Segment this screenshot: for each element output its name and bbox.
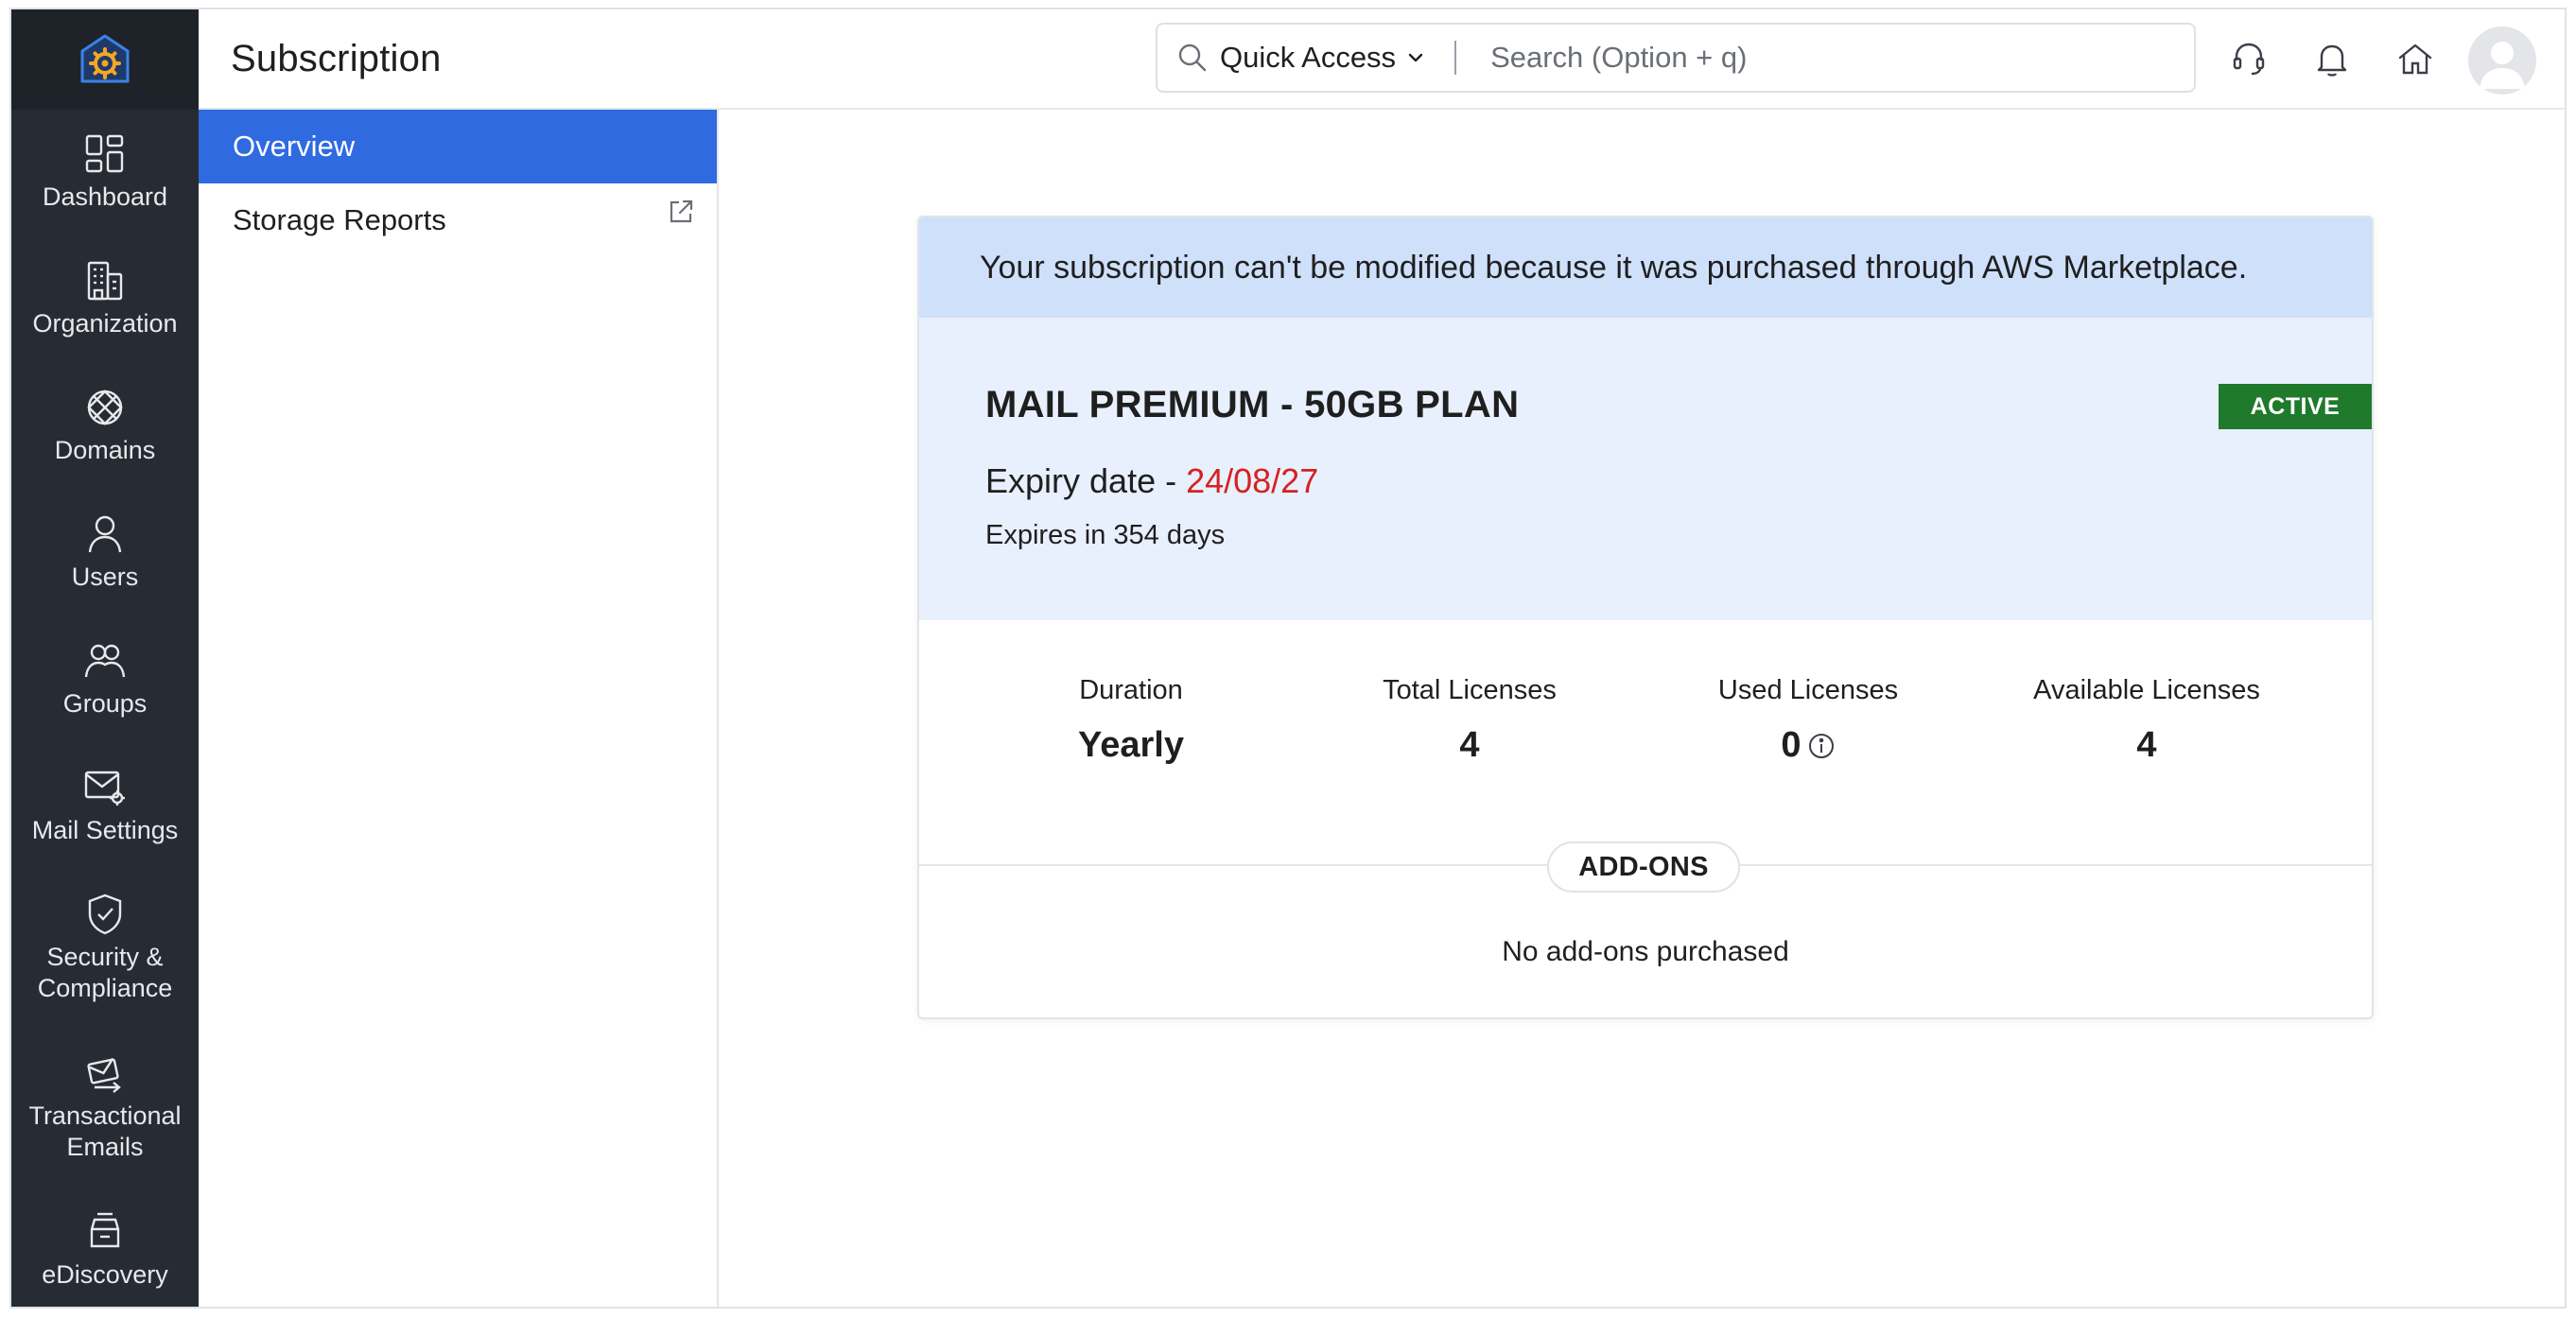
support-headset-icon[interactable]	[2228, 38, 2270, 79]
expiry-label: Expiry date -	[985, 461, 1187, 500]
addons-empty-text: No add-ons purchased	[1502, 936, 1789, 967]
subnav-item-overview[interactable]: Overview	[199, 110, 717, 183]
shield-check-icon	[88, 893, 122, 935]
primary-sidebar: Dashboard Organization Domains Users Gro…	[11, 9, 199, 1307]
domains-icon	[87, 390, 123, 425]
rail-label: eDiscovery	[42, 1260, 168, 1289]
rail-label: Mail Settings	[31, 816, 179, 844]
rail-label: Dashboard	[42, 182, 168, 211]
rail-item-security-compliance[interactable]: Security & Compliance	[11, 870, 199, 1029]
stat-value: 4	[1459, 725, 1480, 765]
rail-label: Groups	[62, 689, 148, 718]
search-icon	[1178, 43, 1207, 72]
stat-used-licenses: Used Licenses 0	[1666, 675, 1950, 766]
rail-label: Transactional	[28, 1101, 182, 1130]
stat-total-licenses: Total Licenses 4	[1328, 675, 1611, 766]
app-logo[interactable]	[11, 9, 199, 110]
groups-icon	[84, 644, 126, 678]
page-title: Subscription	[231, 38, 442, 79]
admin-console-logo-icon	[80, 34, 130, 83]
search-input[interactable]	[1488, 40, 2155, 76]
expires-in-text: Expires in 354 days	[985, 520, 1226, 550]
subscription-card: Your subscription can't be modified beca…	[917, 216, 2374, 1019]
ediscovery-icon	[90, 1212, 120, 1248]
quick-access-label: Quick Access	[1220, 41, 1397, 74]
info-icon[interactable]	[1807, 732, 1836, 760]
stat-value: 0	[1781, 725, 1801, 765]
stat-label: Used Licenses	[1717, 675, 1899, 705]
rail-label: Security &	[46, 943, 164, 971]
stat-label: Duration	[1079, 675, 1183, 705]
status-badge: ACTIVE	[2219, 384, 2372, 429]
stat-label: Total Licenses	[1383, 675, 1557, 705]
stat-value: 4	[2136, 725, 2157, 765]
rail-item-users[interactable]: Users	[11, 490, 199, 616]
search-divider	[1454, 41, 1457, 75]
subnav-item-label: Storage Reports	[233, 203, 446, 236]
expiry-date: 24/08/27	[1186, 461, 1319, 500]
stat-label: Available Licenses	[2033, 675, 2260, 705]
dashboard-icon	[85, 134, 124, 173]
quick-access-dropdown[interactable]: Quick Access	[1220, 41, 1426, 75]
rail-item-organization[interactable]: Organization	[11, 236, 199, 363]
rail-label: Users	[71, 563, 139, 591]
addons-heading: ADD-ONS	[1547, 841, 1740, 893]
subnav-item-label: Overview	[233, 130, 356, 163]
rail-label-line2: Emails	[66, 1133, 144, 1161]
app-window: Dashboard Organization Domains Users Gro…	[9, 8, 2567, 1309]
mail-settings-icon	[84, 771, 125, 806]
notification-bell-icon[interactable]	[2311, 38, 2353, 79]
rail-label-line2: Compliance	[37, 974, 173, 1002]
rail-item-mail-settings[interactable]: Mail Settings	[11, 743, 199, 870]
stat-duration: Duration Yearly	[989, 675, 1273, 766]
external-link-icon[interactable]	[666, 197, 696, 227]
marketplace-notice: Your subscription can't be modified beca…	[919, 217, 2372, 318]
plan-name: MAIL PREMIUM - 50GB PLAN	[985, 384, 1520, 425]
user-icon	[88, 515, 122, 553]
expiry-line: Expiry date - 24/08/27	[985, 461, 1318, 501]
secondary-sidebar: Overview Storage Reports	[199, 110, 719, 1307]
plan-summary: MAIL PREMIUM - 50GB PLAN ACTIVE Expiry d…	[919, 318, 2372, 620]
rail-label: Domains	[54, 436, 156, 464]
search-bar[interactable]: Quick Access	[1156, 23, 2196, 93]
chevron-down-icon	[1408, 53, 1423, 62]
transactional-email-icon	[87, 1057, 121, 1093]
rail-item-transactional-emails[interactable]: Transactional Emails	[11, 1029, 199, 1188]
top-header: Subscription Quick Access	[199, 9, 2565, 110]
stat-value: Yearly	[1078, 725, 1184, 765]
rail-item-dashboard[interactable]: Dashboard	[11, 110, 199, 236]
rail-label: Organization	[32, 309, 178, 338]
avatar-placeholder-icon	[2480, 42, 2525, 89]
subnav-item-storage-reports[interactable]: Storage Reports	[199, 183, 717, 257]
organization-icon	[87, 261, 123, 301]
home-icon[interactable]	[2394, 38, 2436, 79]
rail-item-ediscovery[interactable]: eDiscovery	[11, 1188, 199, 1307]
rail-item-groups[interactable]: Groups	[11, 616, 199, 743]
user-avatar[interactable]	[2468, 26, 2536, 95]
license-stats: Duration Yearly Total Licenses 4 Used Li…	[919, 675, 2372, 789]
stat-available-licenses: Available Licenses 4	[2005, 675, 2289, 766]
rail-item-domains[interactable]: Domains	[11, 363, 199, 490]
